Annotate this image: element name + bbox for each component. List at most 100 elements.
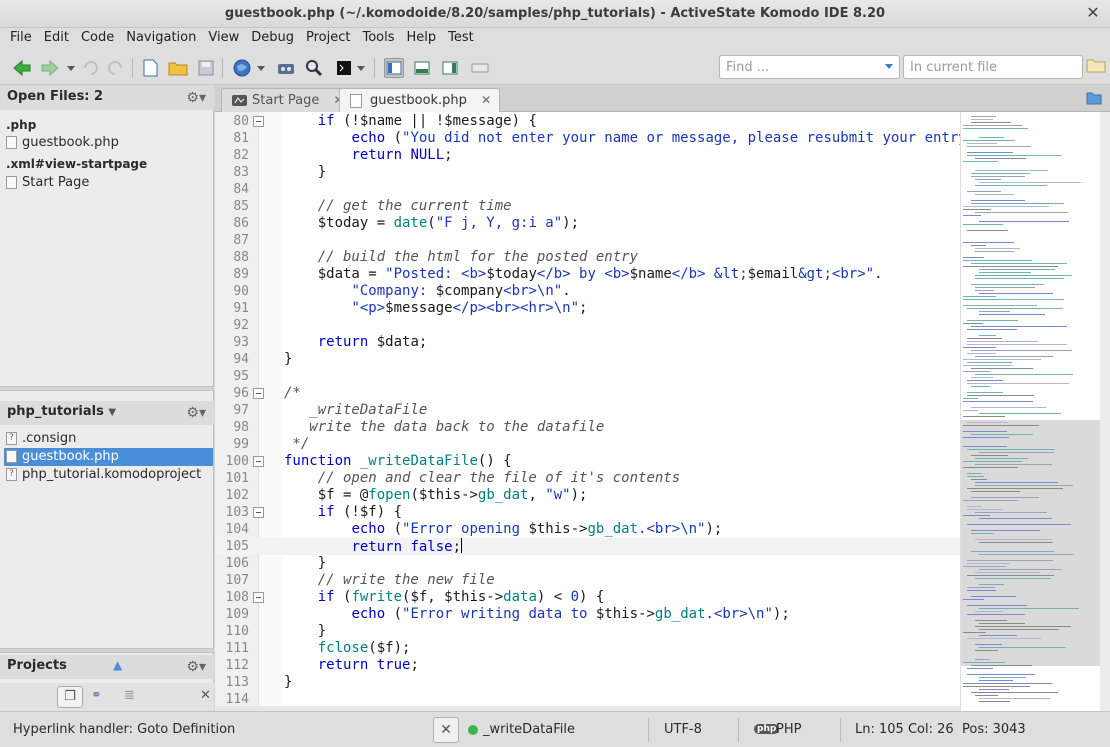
menu-help[interactable]: Help (401, 28, 443, 50)
code-line[interactable]: 112 return true; (215, 657, 960, 674)
open-folder-icon[interactable] (1086, 91, 1102, 105)
history-dropdown-icon[interactable] (66, 58, 76, 78)
new-file-icon[interactable] (140, 58, 160, 78)
menu-project[interactable]: Project (300, 28, 356, 50)
shell-command-icon[interactable] (334, 58, 354, 78)
collapse-arrow-icon[interactable]: ▲ (113, 658, 122, 672)
tab-start-page[interactable]: Start Page ✕ (221, 88, 353, 112)
browser-dropdown-icon[interactable] (256, 58, 266, 78)
open-file-item[interactable]: guestbook.php (4, 134, 213, 152)
current-symbol[interactable]: _writeDataFile (483, 722, 575, 737)
pane-splitter[interactable] (0, 648, 214, 653)
debug-icon[interactable] (276, 58, 296, 78)
project-file-item-selected[interactable]: guestbook.php (4, 448, 213, 466)
encoding-indicator[interactable]: UTF-8 (664, 722, 702, 737)
gear-icon[interactable]: ⚙▾ (186, 405, 206, 421)
back-arrow-icon[interactable] (12, 58, 32, 78)
fold-toggle-icon[interactable] (253, 388, 264, 399)
menu-code[interactable]: Code (75, 28, 120, 50)
close-icon[interactable]: ✕ (481, 93, 491, 107)
code-line[interactable]: 90 "Company: $company<br>\n". (215, 283, 960, 300)
dom-tab-icon[interactable]: ≣ (124, 688, 135, 703)
code-line[interactable]: 84 (215, 181, 960, 198)
toggle-right-pane-icon[interactable] (440, 58, 460, 78)
open-file-item[interactable]: Start Page (4, 174, 213, 192)
pane-splitter[interactable] (0, 386, 214, 391)
undo-icon[interactable] (80, 58, 100, 78)
language-indicator[interactable]: PHP (776, 722, 801, 737)
code-editor[interactable]: 80 if (!$name || !$message) { 81 echo ("… (215, 112, 960, 706)
menu-debug[interactable]: Debug (245, 28, 300, 50)
code-line[interactable]: 83 } (215, 164, 960, 181)
project-file-item[interactable]: ? php_tutorial.komodoproject (4, 466, 213, 484)
vertical-scrollbar[interactable] (1100, 112, 1110, 711)
code-line[interactable]: 91 "<p>$message</p><br><hr>\n"; (215, 300, 960, 317)
code-line[interactable]: 85 // get the current time (215, 198, 960, 215)
code-line[interactable]: 97 _writeDataFile (215, 402, 960, 419)
tab-guestbook[interactable]: guestbook.php ✕ (339, 88, 501, 112)
menu-view[interactable]: View (202, 28, 245, 50)
project-file-item[interactable]: ? .consign (4, 430, 213, 448)
places-tab-icon[interactable]: ❐ (57, 686, 83, 708)
close-icon[interactable]: ✕ (433, 717, 459, 743)
code-line[interactable]: 95 (215, 368, 960, 385)
browse-folder-icon[interactable] (1086, 57, 1106, 77)
save-icon[interactable] (196, 58, 216, 78)
code-line-current[interactable]: 105 return false; (215, 538, 960, 555)
code-line[interactable]: 107 // write the new file (215, 572, 960, 589)
fold-toggle-icon[interactable] (253, 592, 264, 603)
code-line[interactable]: 92 (215, 317, 960, 334)
focus-mode-icon[interactable] (470, 58, 490, 78)
find-input[interactable]: Find ... (719, 55, 900, 79)
menu-edit[interactable]: Edit (38, 28, 75, 50)
code-line[interactable]: 98 write the data back to the datafile (215, 419, 960, 436)
find-magnifier-icon[interactable] (304, 58, 324, 78)
menu-file[interactable]: File (4, 28, 38, 50)
gear-icon[interactable]: ⚙▾ (186, 659, 206, 675)
project-title[interactable]: php_tutorials ▼ (7, 404, 116, 419)
code-line[interactable]: 87 (215, 232, 960, 249)
find-scope-input[interactable]: In current file (903, 55, 1083, 79)
code-line[interactable]: 104 echo ("Error opening $this->gb_dat.<… (215, 521, 960, 538)
menu-test[interactable]: Test (442, 28, 480, 50)
code-line[interactable]: 113} (215, 674, 960, 691)
fold-toggle-icon[interactable] (253, 507, 264, 518)
code-line[interactable]: 80 if (!$name || !$message) { (215, 113, 960, 130)
code-line[interactable]: 96 /* (215, 385, 960, 402)
code-minimap[interactable] (960, 112, 1100, 711)
toggle-left-pane-icon[interactable] (384, 58, 404, 78)
code-line[interactable]: 86 $today = date("F j, Y, g:i a"); (215, 215, 960, 232)
close-icon[interactable]: ✕ (1084, 4, 1102, 22)
fold-toggle-icon[interactable] (253, 116, 264, 127)
code-line[interactable]: 108 if (fwrite($f, $this->data) < 0) { (215, 589, 960, 606)
code-line[interactable]: 101 // open and clear the file of it's c… (215, 470, 960, 487)
redo-icon[interactable] (106, 58, 126, 78)
chevron-down-icon[interactable] (885, 64, 893, 69)
code-line[interactable]: 100 function _writeDataFile() { (215, 453, 960, 470)
fold-toggle-icon[interactable] (253, 456, 264, 467)
code-line[interactable]: 94} (215, 351, 960, 368)
code-line[interactable]: 93 return $data; (215, 334, 960, 351)
browser-preview-icon[interactable] (232, 58, 252, 78)
code-line[interactable]: 106 } (215, 555, 960, 572)
gear-icon[interactable]: ⚙▾ (186, 90, 206, 106)
code-line[interactable]: 110 } (215, 623, 960, 640)
shell-dropdown-icon[interactable] (356, 58, 366, 78)
toggle-bottom-pane-icon[interactable] (412, 58, 432, 78)
menu-tools[interactable]: Tools (356, 28, 400, 50)
code-line[interactable]: 82 return NULL; (215, 147, 960, 164)
forward-arrow-icon[interactable] (40, 58, 60, 78)
code-line[interactable]: 114 (215, 691, 960, 706)
code-line[interactable]: 102 $f = @fopen($this->gb_dat, "w"); (215, 487, 960, 504)
open-folder-icon[interactable] (168, 58, 188, 78)
chevron-down-icon[interactable]: ▼ (108, 407, 116, 418)
code-line[interactable]: 103 if (!$f) { (215, 504, 960, 521)
code-line[interactable]: 111 fclose($f); (215, 640, 960, 657)
code-tab-icon[interactable]: ⚭ (91, 688, 102, 703)
code-line[interactable]: 81 echo ("You did not enter your name or… (215, 130, 960, 147)
code-line[interactable]: 99 */ (215, 436, 960, 453)
code-line[interactable]: 89 $data = "Posted: <b>$today</b> by <b>… (215, 266, 960, 283)
close-icon[interactable]: ✕ (200, 688, 211, 703)
code-line[interactable]: 88 // build the html for the posted entr… (215, 249, 960, 266)
code-line[interactable]: 109 echo ("Error writing data to $this->… (215, 606, 960, 623)
